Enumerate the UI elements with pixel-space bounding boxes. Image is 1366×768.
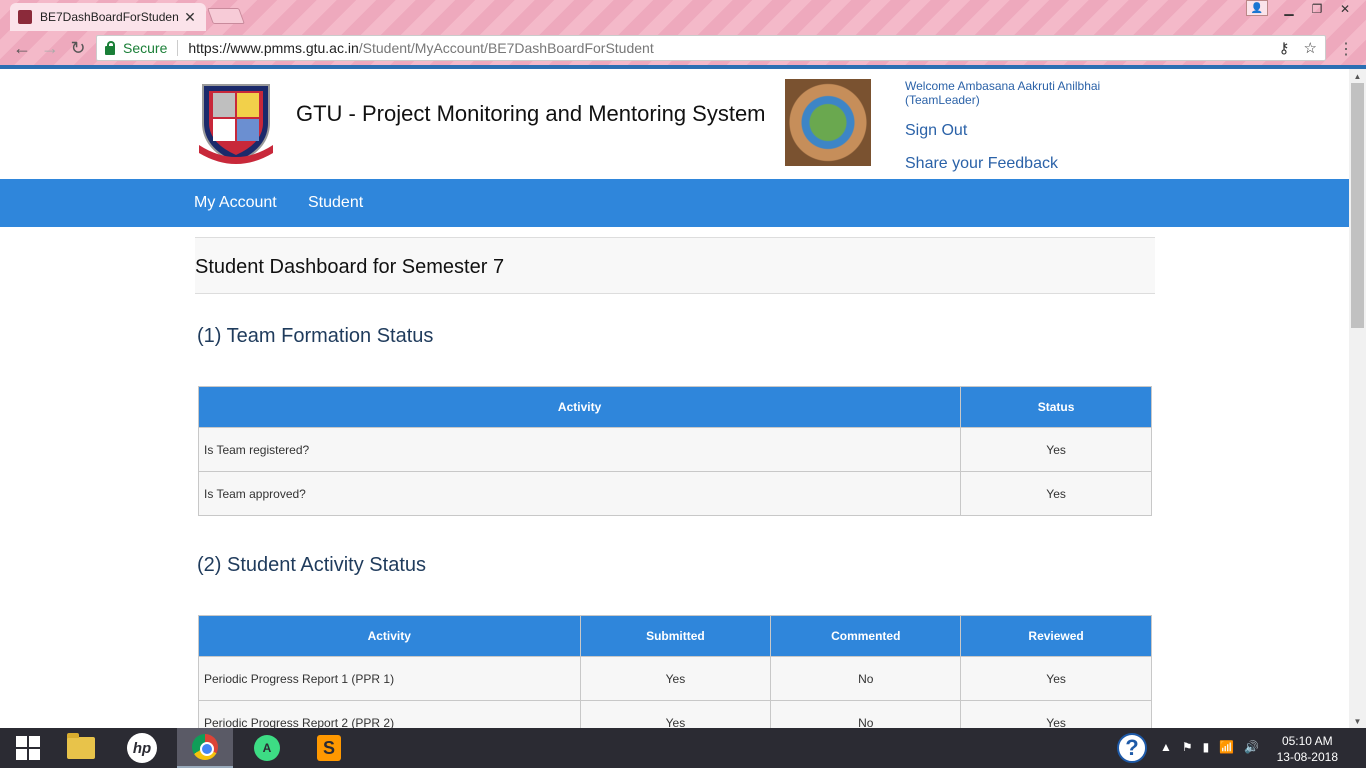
taskbar-hp[interactable]: hp: [114, 728, 170, 768]
taskbar-android-studio[interactable]: A: [239, 728, 295, 768]
scroll-up-arrow-icon[interactable]: ▲: [1349, 69, 1366, 83]
table-header-row: Activity Status: [197, 386, 1152, 428]
taskbar-sublime[interactable]: S: [301, 728, 357, 768]
address-actions: ⚷ ☆: [1279, 39, 1317, 57]
scroll-down-arrow-icon[interactable]: ▼: [1349, 714, 1366, 728]
url-path: /Student/MyAccount/BE7DashBoardForStuden…: [358, 40, 654, 56]
submitted-cell: Yes: [579, 700, 772, 728]
tab-title: BE7DashBoardForStuden: [40, 10, 179, 24]
hp-logo-icon: hp: [127, 733, 157, 763]
clock-date: 13-08-2018: [1276, 750, 1338, 764]
welcome-name: Welcome Ambasana Aakruti Anilbhai: [905, 79, 1101, 93]
secure-label: Secure: [123, 40, 168, 56]
column-header-activity: Activity: [198, 615, 581, 657]
main-navbar: My Account Student: [0, 179, 1349, 227]
forward-button[interactable]: →: [36, 38, 64, 59]
activity-cell: Is Team approved?: [197, 471, 962, 516]
system-tray: ▲ ⚑ ▮ 📶 🔊: [1160, 740, 1259, 754]
table-row: Periodic Progress Report 1 (PPR 1) Yes N…: [198, 656, 1152, 701]
gtu-logo-icon: [199, 84, 273, 165]
taskbar-file-explorer[interactable]: [53, 728, 109, 768]
taskbar-chrome[interactable]: [177, 728, 233, 768]
column-header-activity: Activity: [197, 386, 962, 428]
innovation-council-image: [785, 79, 871, 166]
action-flag-icon[interactable]: ⚑: [1182, 740, 1193, 754]
battery-icon[interactable]: ▮: [1203, 740, 1210, 754]
table-row: Is Team approved? Yes: [197, 471, 1152, 516]
close-window-button[interactable]: ✕: [1332, 0, 1358, 18]
team-status-table: Activity Status Is Team registered? Yes …: [197, 386, 1152, 516]
windows-logo-icon: [16, 736, 40, 760]
url-host: https://www.pmms.gtu.ac.in: [188, 40, 359, 56]
browser-toolbar: ← → ↻ Secure https://www.pmms.gtu.ac.in /…: [0, 33, 1366, 63]
reviewed-cell: Yes: [960, 656, 1152, 701]
table-row: Is Team registered? Yes: [197, 427, 1152, 472]
tray-expand-icon[interactable]: ▲: [1160, 740, 1172, 754]
browser-menu-icon[interactable]: ⋮: [1338, 39, 1354, 59]
restore-button[interactable]: ❐: [1304, 0, 1330, 18]
team-section-title: (1) Team Formation Status: [197, 325, 434, 347]
column-header-submitted: Submitted: [579, 615, 772, 657]
browser-tab[interactable]: BE7DashBoardForStuden ✕: [10, 3, 206, 31]
commented-cell: No: [770, 656, 962, 701]
nav-student[interactable]: Student: [308, 194, 363, 212]
activity-status-table: Activity Submitted Commented Reviewed Pe…: [198, 615, 1152, 728]
welcome-text: Welcome Ambasana Aakruti Anilbhai (TeamL…: [905, 79, 1100, 107]
activity-cell: Periodic Progress Report 1 (PPR 1): [198, 656, 581, 701]
chrome-icon: [192, 734, 218, 760]
dashboard-title-panel: Student Dashboard for Semester 7: [195, 237, 1155, 294]
submitted-cell: Yes: [579, 656, 772, 701]
window-controls: 👤 ▁ ❐ ✕: [1246, 0, 1358, 18]
help-icon[interactable]: ?: [1117, 733, 1147, 763]
status-cell: Yes: [960, 471, 1152, 516]
reload-button[interactable]: ↻: [64, 38, 92, 59]
status-cell: Yes: [960, 427, 1152, 472]
commented-cell: No: [770, 700, 962, 728]
column-header-status: Status: [960, 386, 1152, 428]
activity-cell: Periodic Progress Report 2 (PPR 2): [198, 700, 581, 728]
folder-icon: [67, 733, 95, 759]
site-title: GTU - Project Monitoring and Mentoring S…: [296, 101, 766, 126]
windows-taskbar: hp A S ? ▲ ⚑ ▮ 📶 🔊 05:10 AM 13-08-2018: [0, 728, 1366, 768]
volume-icon[interactable]: 🔊: [1244, 740, 1259, 754]
scroll-thumb[interactable]: [1351, 83, 1364, 328]
clock-time: 05:10 AM: [1281, 734, 1333, 748]
site-favicon-icon: [18, 10, 32, 24]
key-icon[interactable]: ⚷: [1279, 39, 1290, 57]
sublime-text-icon: S: [317, 735, 341, 761]
column-header-reviewed: Reviewed: [960, 615, 1152, 657]
minimize-button[interactable]: ▁: [1276, 0, 1302, 18]
nav-my-account[interactable]: My Account: [194, 194, 277, 212]
column-header-commented: Commented: [770, 615, 962, 657]
new-tab-button[interactable]: [207, 8, 245, 24]
lock-icon: [105, 40, 115, 55]
network-icon[interactable]: 📶: [1219, 740, 1234, 754]
activity-section-title: (2) Student Activity Status: [197, 554, 426, 576]
profile-icon[interactable]: 👤: [1246, 0, 1268, 16]
start-button[interactable]: [0, 728, 56, 768]
page-viewport: GTU - Project Monitoring and Mentoring S…: [0, 69, 1349, 728]
bookmark-star-icon[interactable]: ☆: [1304, 39, 1317, 57]
feedback-link[interactable]: Share your Feedback: [905, 155, 1058, 173]
site-header: GTU - Project Monitoring and Mentoring S…: [0, 69, 1349, 179]
close-tab-icon[interactable]: ✕: [182, 9, 198, 26]
android-studio-icon: A: [254, 735, 280, 761]
activity-cell: Is Team registered?: [197, 427, 962, 472]
browser-chrome: BE7DashBoardForStuden ✕ 👤 ▁ ❐ ✕ ← → ↻ Se…: [0, 0, 1366, 68]
page-title: Student Dashboard for Semester 7: [195, 256, 505, 278]
page-scrollbar[interactable]: ▲ ▼: [1349, 69, 1366, 728]
reviewed-cell: Yes: [960, 700, 1152, 728]
table-row: Periodic Progress Report 2 (PPR 2) Yes N…: [198, 700, 1152, 728]
welcome-role: (TeamLeader): [905, 93, 980, 107]
address-separator: [177, 40, 179, 56]
back-button[interactable]: ←: [8, 38, 36, 59]
table-header-row: Activity Submitted Commented Reviewed: [198, 615, 1152, 657]
system-clock[interactable]: 05:10 AM 13-08-2018: [1277, 733, 1338, 765]
sign-out-link[interactable]: Sign Out: [905, 122, 967, 140]
address-bar[interactable]: Secure https://www.pmms.gtu.ac.in/Studen…: [96, 35, 1326, 61]
